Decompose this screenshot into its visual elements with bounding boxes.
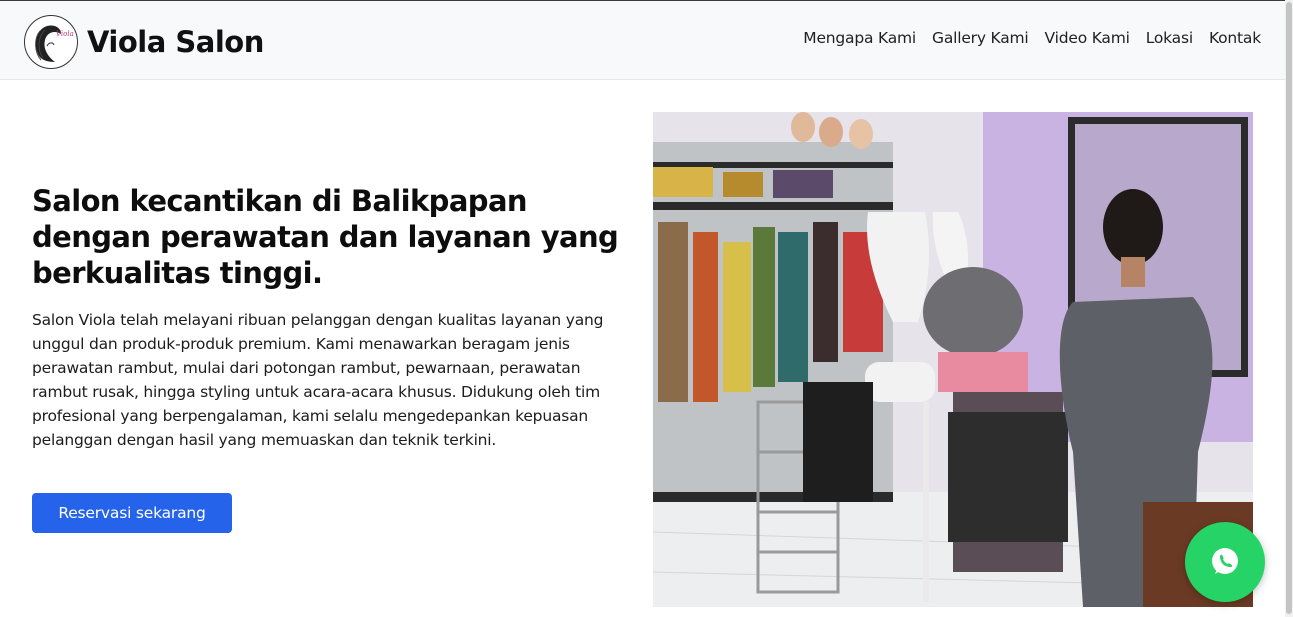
svg-text:Viola: Viola xyxy=(56,30,74,38)
nav-link-mengapa-kami[interactable]: Mengapa Kami xyxy=(795,27,924,49)
salon-logo: Viola xyxy=(24,15,78,69)
salon-interior-photo xyxy=(653,112,1253,607)
scrollbar-thumb[interactable] xyxy=(1286,2,1292,614)
nav-link-video-kami[interactable]: Video Kami xyxy=(1037,27,1138,49)
reservation-button[interactable]: Reservasi sekarang xyxy=(32,493,232,533)
whatsapp-chat-button[interactable] xyxy=(1185,522,1265,602)
nav-link-kontak[interactable]: Kontak xyxy=(1201,27,1269,49)
hero-description: Salon Viola telah melayani ribuan pelang… xyxy=(32,311,604,449)
brand-link[interactable]: Viola Viola Salon xyxy=(24,15,264,69)
navbar: Viola Viola Salon Mengapa Kami Gallery K… xyxy=(0,0,1293,80)
brand-name: Viola Salon xyxy=(87,25,264,59)
nav-links: Mengapa Kami Gallery Kami Video Kami Lok… xyxy=(795,27,1269,49)
nav-link-gallery-kami[interactable]: Gallery Kami xyxy=(924,27,1037,49)
page-scrollbar[interactable] xyxy=(1285,0,1293,617)
hero-title: Salon kecantikan di Balikpapan dengan pe… xyxy=(32,184,619,290)
nav-link-lokasi[interactable]: Lokasi xyxy=(1138,27,1201,49)
whatsapp-icon xyxy=(1212,548,1238,574)
